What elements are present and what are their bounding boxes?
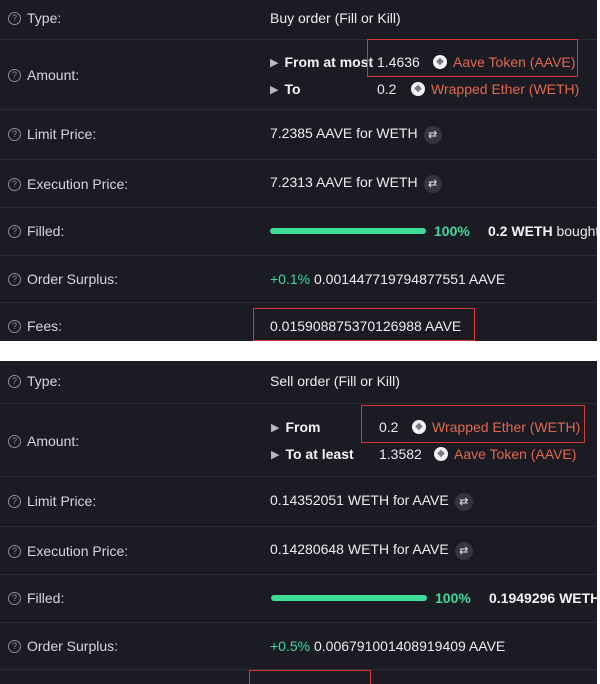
help-icon[interactable]: ? <box>8 319 21 333</box>
to-token-link[interactable]: ◆ Wrapped Ether (WETH) <box>411 81 579 97</box>
limit-price-value: 7.2385 AAVE for WETH <box>270 125 418 141</box>
help-icon[interactable]: ? <box>8 434 21 448</box>
type-row: ? Type: Buy order (Fill or Kill) <box>0 0 597 40</box>
help-icon[interactable]: ? <box>8 127 21 141</box>
help-icon[interactable]: ? <box>8 272 21 286</box>
triangle-right-icon: ▶ <box>270 56 279 69</box>
help-icon[interactable]: ? <box>8 224 21 238</box>
execution-price-value: 7.2313 AAVE for WETH <box>270 174 418 190</box>
triangle-right-icon: ▶ <box>271 421 280 434</box>
type-value: Buy order (Fill or Kill) <box>270 10 401 26</box>
amount-row: ? Amount: ▶ From at most 1.4636 ◆ Aave Tok… <box>0 39 597 110</box>
execution-price-label: Execution Price: <box>27 543 129 559</box>
surplus-value: 0.006791001408919409 AAVE <box>313 638 506 654</box>
fees-row: ? Fees: 0.015908875370126988 AAVE <box>0 303 597 341</box>
filled-label: Filled: <box>27 223 65 239</box>
execution-price-row: ? Execution Price: 0.14280648 WETH for AA… <box>0 527 597 575</box>
to-amount: 1.3582 <box>379 446 422 462</box>
order-surplus-label: Order Surplus: <box>27 638 119 654</box>
filled-progress-bar <box>270 228 426 234</box>
order-surplus-row: ? Order Surplus: +0.1% 0.0014477197948775… <box>0 256 597 303</box>
limit-price-row: ? Limit Price: 0.14352051 WETH for AAVE ⇄ <box>0 477 597 527</box>
filled-percent: 100% <box>434 223 470 239</box>
highlight-box <box>367 39 578 77</box>
limit-price-row: ? Limit Price: 7.2385 AAVE for WETH ⇄ <box>0 110 597 160</box>
highlight-box <box>361 405 585 443</box>
surplus-value: 0.001447719794877551 AAVE <box>313 271 506 287</box>
to-amount: 0.2 <box>377 81 397 97</box>
order-details-panel-sell: ? Type: Sell order (Fill or Kill) ? Amount… <box>0 361 597 684</box>
amount-label: Amount: <box>27 67 80 83</box>
execution-price-value: 0.14280648 WETH for AAVE <box>270 541 449 557</box>
amount-to: ▶ To at least <box>271 446 354 462</box>
swap-arrows-icon[interactable]: ⇄ <box>454 542 473 560</box>
filled-progress-bar <box>271 595 427 601</box>
type-value: Sell order (Fill or Kill) <box>270 373 400 389</box>
order-details-panel-buy: ? Type: Buy order (Fill or Kill) ? Amount:… <box>0 0 597 341</box>
triangle-right-icon: ▶ <box>271 448 280 461</box>
help-icon[interactable]: ? <box>8 591 21 605</box>
filled-amount: 0.2 WETH <box>488 223 553 239</box>
help-icon[interactable]: ? <box>8 374 21 388</box>
to-label: To <box>284 81 301 97</box>
swap-arrows-icon[interactable]: ⇄ <box>423 126 442 144</box>
help-icon[interactable]: ? <box>8 68 21 82</box>
surplus-percent: +0.1% <box>270 271 311 287</box>
help-icon[interactable]: ? <box>8 494 21 508</box>
eth-diamond-icon: ◆ <box>411 82 425 96</box>
filled-row: ? Filled: 100% 0.1949296 WETH <box>0 575 597 623</box>
fees-label: Fees: <box>27 318 63 334</box>
amount-from: ▶ From at most <box>270 54 373 70</box>
type-label: Type: <box>27 10 62 26</box>
amount-from: ▶ From <box>271 419 320 435</box>
filled-label: Filled: <box>27 590 65 606</box>
highlight-box <box>249 670 371 684</box>
swap-arrows-icon[interactable]: ⇄ <box>454 493 473 511</box>
surplus-percent: +0.5% <box>270 638 311 654</box>
filled-row: ? Filled: 100% 0.2 WETH bought <box>0 208 597 256</box>
type-label: Type: <box>27 373 62 389</box>
filled-percent: 100% <box>435 590 471 606</box>
amount-row: ? Amount: ▶ From 0.2 ◆ Wrapped Ether (WETH… <box>0 404 597 477</box>
highlight-box <box>253 308 475 341</box>
help-icon[interactable]: ? <box>8 544 21 558</box>
to-label: To at least <box>285 446 354 462</box>
help-icon[interactable]: ? <box>8 639 21 653</box>
eth-diamond-icon: ◆ <box>434 447 448 461</box>
type-row: ? Type: Sell order (Fill or Kill) <box>0 361 597 404</box>
triangle-right-icon: ▶ <box>270 83 279 96</box>
limit-price-label: Limit Price: <box>27 493 97 509</box>
to-token-link[interactable]: ◆ Aave Token (AAVE) <box>434 446 576 462</box>
filled-suffix: bought <box>556 223 597 239</box>
execution-price-label: Execution Price: <box>27 176 129 192</box>
amount-to: ▶ To <box>270 81 301 97</box>
help-icon[interactable]: ? <box>8 177 21 191</box>
filled-amount: 0.1949296 WETH <box>489 590 597 606</box>
from-label: From <box>285 419 321 435</box>
execution-price-row: ? Execution Price: 7.2313 AAVE for WETH ⇄ <box>0 160 597 208</box>
order-surplus-label: Order Surplus: <box>27 271 119 287</box>
help-icon[interactable]: ? <box>8 11 21 25</box>
amount-label: Amount: <box>27 433 80 449</box>
limit-price-value: 0.14352051 WETH for AAVE <box>270 492 449 508</box>
swap-arrows-icon[interactable]: ⇄ <box>423 175 442 193</box>
limit-price-label: Limit Price: <box>27 126 97 142</box>
order-surplus-row: ? Order Surplus: +0.5% 0.0067910014089194… <box>0 623 597 670</box>
from-label: From at most <box>284 54 374 70</box>
